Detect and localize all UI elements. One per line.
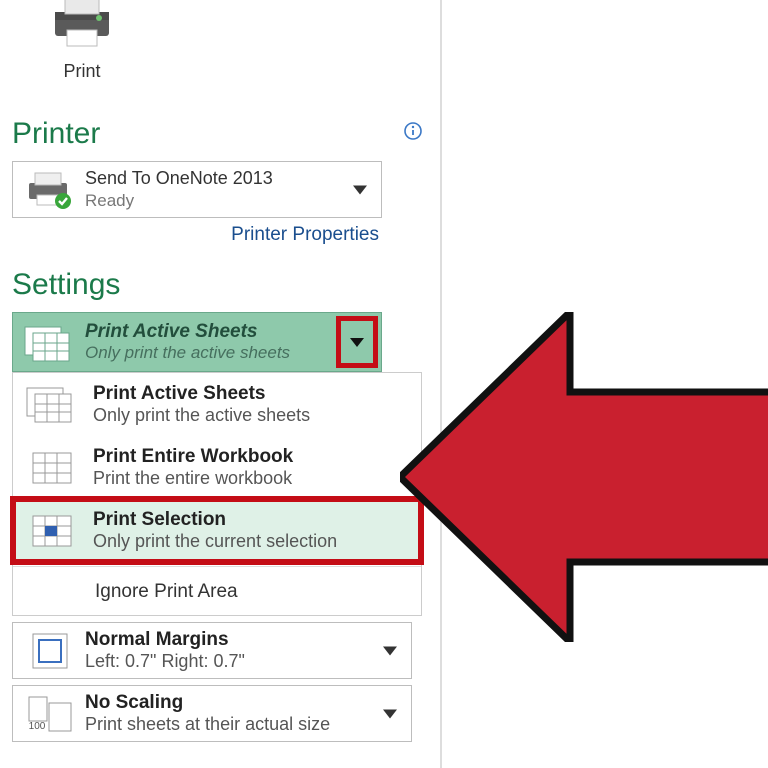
printer-status: Ready	[85, 191, 371, 211]
arrow-shape	[400, 312, 768, 642]
margins-dropdown[interactable]: Normal Margins Left: 0.7" Right: 0.7"	[12, 622, 412, 679]
sheets-icon	[23, 321, 77, 363]
chevron-down-icon	[350, 338, 364, 347]
scaling-dropdown[interactable]: 100 No Scaling Print sheets at their act…	[12, 685, 412, 742]
print-backstage-panel: Print Printer Send To OneNote 2013 Ready…	[8, 0, 433, 742]
annotation-arrow	[400, 312, 768, 642]
print-what-sub: Only print the active sheets	[85, 343, 371, 363]
menu-item-sub: Print the entire workbook	[93, 468, 409, 489]
chevron-down-icon	[383, 709, 397, 718]
print-what-dropdown-chevron[interactable]	[339, 319, 375, 365]
chevron-down-icon	[383, 646, 397, 655]
workbook-icon	[25, 447, 79, 489]
printer-icon	[47, 0, 117, 50]
menu-item-title: Print Active Sheets	[93, 383, 409, 405]
scaling-title: No Scaling	[85, 692, 401, 714]
print-button[interactable]: Print	[12, 0, 152, 95]
menu-item-ignore-print-area[interactable]: Ignore Print Area	[13, 571, 421, 615]
menu-item-title: Print Entire Workbook	[93, 446, 409, 468]
printer-ready-icon	[23, 169, 77, 211]
print-what-menu: Print Active Sheets Only print the activ…	[12, 372, 422, 616]
print-what-dropdown[interactable]: Print Active Sheets Only print the activ…	[12, 312, 382, 372]
printer-heading: Printer	[12, 117, 433, 151]
menu-item-print-active-sheets[interactable]: Print Active Sheets Only print the activ…	[13, 373, 421, 436]
margins-icon	[23, 630, 77, 672]
menu-separator	[13, 566, 421, 567]
scaling-icon: 100	[23, 693, 77, 735]
settings-heading: Settings	[12, 268, 433, 302]
printer-properties-link[interactable]: Printer Properties	[8, 224, 379, 246]
margins-title: Normal Margins	[85, 629, 401, 651]
menu-item-print-selection[interactable]: Print Selection Only print the current s…	[13, 499, 421, 562]
selection-icon	[25, 510, 79, 552]
svg-text:100: 100	[29, 721, 46, 732]
printer-name: Send To OneNote 2013	[85, 168, 371, 189]
info-icon[interactable]	[403, 121, 423, 141]
menu-item-print-entire-workbook[interactable]: Print Entire Workbook Print the entire w…	[13, 436, 421, 499]
chevron-down-icon	[353, 185, 367, 194]
print-what-title: Print Active Sheets	[85, 321, 371, 343]
menu-item-title: Print Selection	[93, 509, 409, 531]
sheets-icon	[25, 384, 79, 426]
print-button-label: Print	[12, 61, 152, 82]
menu-item-sub: Only print the active sheets	[93, 405, 409, 426]
menu-item-sub: Only print the current selection	[93, 531, 409, 552]
printer-dropdown[interactable]: Send To OneNote 2013 Ready	[12, 161, 382, 218]
scaling-sub: Print sheets at their actual size	[85, 714, 401, 735]
margins-sub: Left: 0.7" Right: 0.7"	[85, 651, 401, 672]
printer-heading-text: Printer	[12, 117, 100, 150]
